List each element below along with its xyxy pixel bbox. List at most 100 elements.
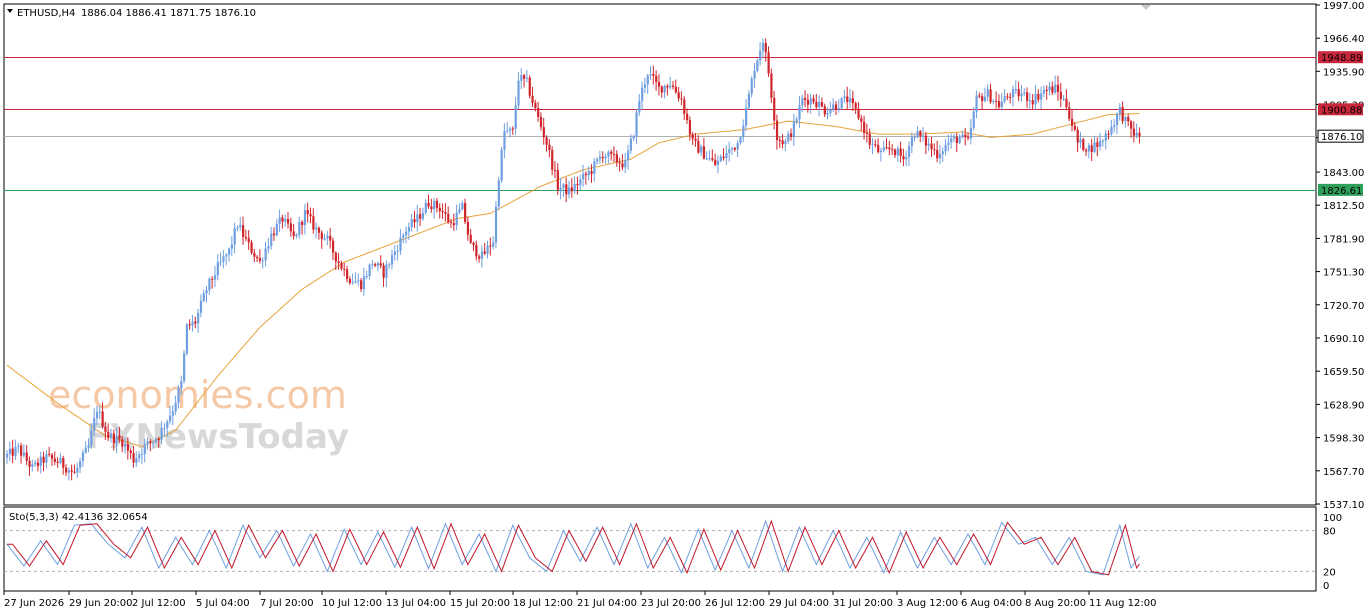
candle-body bbox=[919, 131, 922, 137]
candle-body bbox=[705, 158, 708, 160]
time-tick-label: 8 Aug 20:00 bbox=[1025, 598, 1086, 609]
candle-body bbox=[711, 158, 714, 160]
candle-body bbox=[736, 143, 739, 150]
candle-body bbox=[570, 187, 574, 192]
candle-body bbox=[14, 446, 17, 456]
candle-body bbox=[725, 152, 728, 159]
candle-body bbox=[708, 158, 711, 160]
candle-body bbox=[815, 101, 818, 108]
price-tick-label: 1567.70 bbox=[1323, 467, 1364, 478]
candle-body bbox=[272, 233, 276, 236]
chart-area[interactable]: economies.com FXNewsToday 1997.00 1966.40… bbox=[0, 0, 1366, 615]
candle-body bbox=[444, 212, 447, 214]
candle-body bbox=[565, 184, 568, 195]
candle-body bbox=[1009, 96, 1012, 98]
candle-body bbox=[826, 113, 829, 115]
candle-body bbox=[469, 234, 472, 243]
candle-body bbox=[1003, 96, 1006, 102]
candle-body bbox=[936, 149, 939, 159]
candle-body bbox=[48, 453, 51, 455]
candle-body bbox=[500, 149, 503, 181]
candle-body bbox=[90, 430, 93, 446]
candle-body bbox=[177, 388, 180, 403]
candle-body bbox=[424, 202, 427, 213]
candle-body bbox=[494, 206, 498, 243]
time-tick-label: 5 Jul 04:00 bbox=[196, 598, 250, 609]
candle-body bbox=[104, 426, 107, 432]
candle-body bbox=[809, 98, 812, 105]
candle-body bbox=[98, 411, 101, 413]
candle-body bbox=[888, 147, 891, 150]
candle-body bbox=[256, 256, 259, 259]
candle-body bbox=[413, 219, 416, 223]
candle-body bbox=[354, 281, 357, 283]
time-tick-label: 13 Jul 04:00 bbox=[386, 598, 446, 609]
candle-body bbox=[671, 85, 675, 87]
candle-body bbox=[309, 214, 312, 217]
watermark: economies.com FXNewsToday bbox=[48, 373, 349, 457]
candle-body bbox=[700, 146, 703, 153]
candle-body bbox=[750, 78, 753, 94]
candle-body bbox=[20, 445, 23, 456]
candle-body bbox=[818, 102, 821, 108]
price-tick-label: 1781.90 bbox=[1323, 234, 1364, 245]
candle-body bbox=[180, 381, 183, 389]
candle-body bbox=[908, 146, 911, 158]
candle-body bbox=[1132, 128, 1136, 136]
candle-body bbox=[1068, 107, 1071, 119]
candle-body bbox=[1104, 133, 1107, 141]
candle-body bbox=[747, 93, 751, 108]
candle-body bbox=[45, 453, 48, 463]
candle-body bbox=[851, 98, 855, 104]
candle-body bbox=[382, 265, 385, 278]
candle-body bbox=[576, 183, 579, 186]
candle-body bbox=[582, 173, 585, 180]
candle-body bbox=[649, 73, 652, 76]
candle-body bbox=[79, 461, 82, 468]
candle-body bbox=[244, 236, 248, 239]
price-tick-label: 1812.50 bbox=[1323, 201, 1364, 212]
candle-body bbox=[947, 142, 950, 145]
candle-body bbox=[452, 223, 455, 226]
candle-body bbox=[419, 214, 422, 219]
candle-body bbox=[168, 415, 172, 422]
candle-body bbox=[101, 411, 104, 427]
candle-body bbox=[879, 150, 883, 153]
candle-body bbox=[593, 161, 596, 174]
candle-body bbox=[893, 149, 897, 156]
candle-body bbox=[958, 137, 961, 143]
candle-body bbox=[81, 452, 85, 462]
candle-body bbox=[6, 454, 9, 458]
candle-body bbox=[590, 171, 593, 174]
candle-body bbox=[607, 151, 610, 157]
candle-body bbox=[264, 248, 267, 261]
candle-body bbox=[843, 96, 846, 99]
candle-body bbox=[1045, 89, 1048, 91]
candle-body bbox=[829, 109, 832, 114]
candle-body bbox=[691, 134, 694, 139]
candle-body bbox=[362, 276, 366, 290]
candle-body bbox=[1062, 98, 1065, 100]
candle-body bbox=[792, 121, 795, 137]
candle-body bbox=[438, 207, 441, 212]
candle-body bbox=[466, 221, 470, 235]
candle-body bbox=[1051, 86, 1054, 93]
candle-body bbox=[1028, 100, 1032, 102]
candle-body bbox=[812, 98, 815, 102]
candle-body bbox=[121, 439, 124, 447]
candle-body bbox=[587, 171, 590, 176]
candle-body bbox=[1056, 84, 1060, 92]
candle-body bbox=[941, 151, 944, 155]
candle-body bbox=[559, 187, 562, 190]
candle-body bbox=[343, 268, 346, 270]
candle-body bbox=[863, 121, 866, 134]
chart-header: ETHUSD,H4 1886.04 1886.41 1871.75 1876.1… bbox=[7, 8, 256, 19]
candle-body bbox=[449, 222, 453, 224]
candle-body bbox=[242, 225, 245, 237]
candle-body bbox=[1127, 116, 1130, 122]
candle-body bbox=[8, 448, 12, 455]
candle-body bbox=[539, 116, 543, 128]
candle-body bbox=[140, 453, 144, 455]
candle-body bbox=[166, 421, 169, 428]
price-tick-label: 1935.90 bbox=[1323, 67, 1364, 78]
